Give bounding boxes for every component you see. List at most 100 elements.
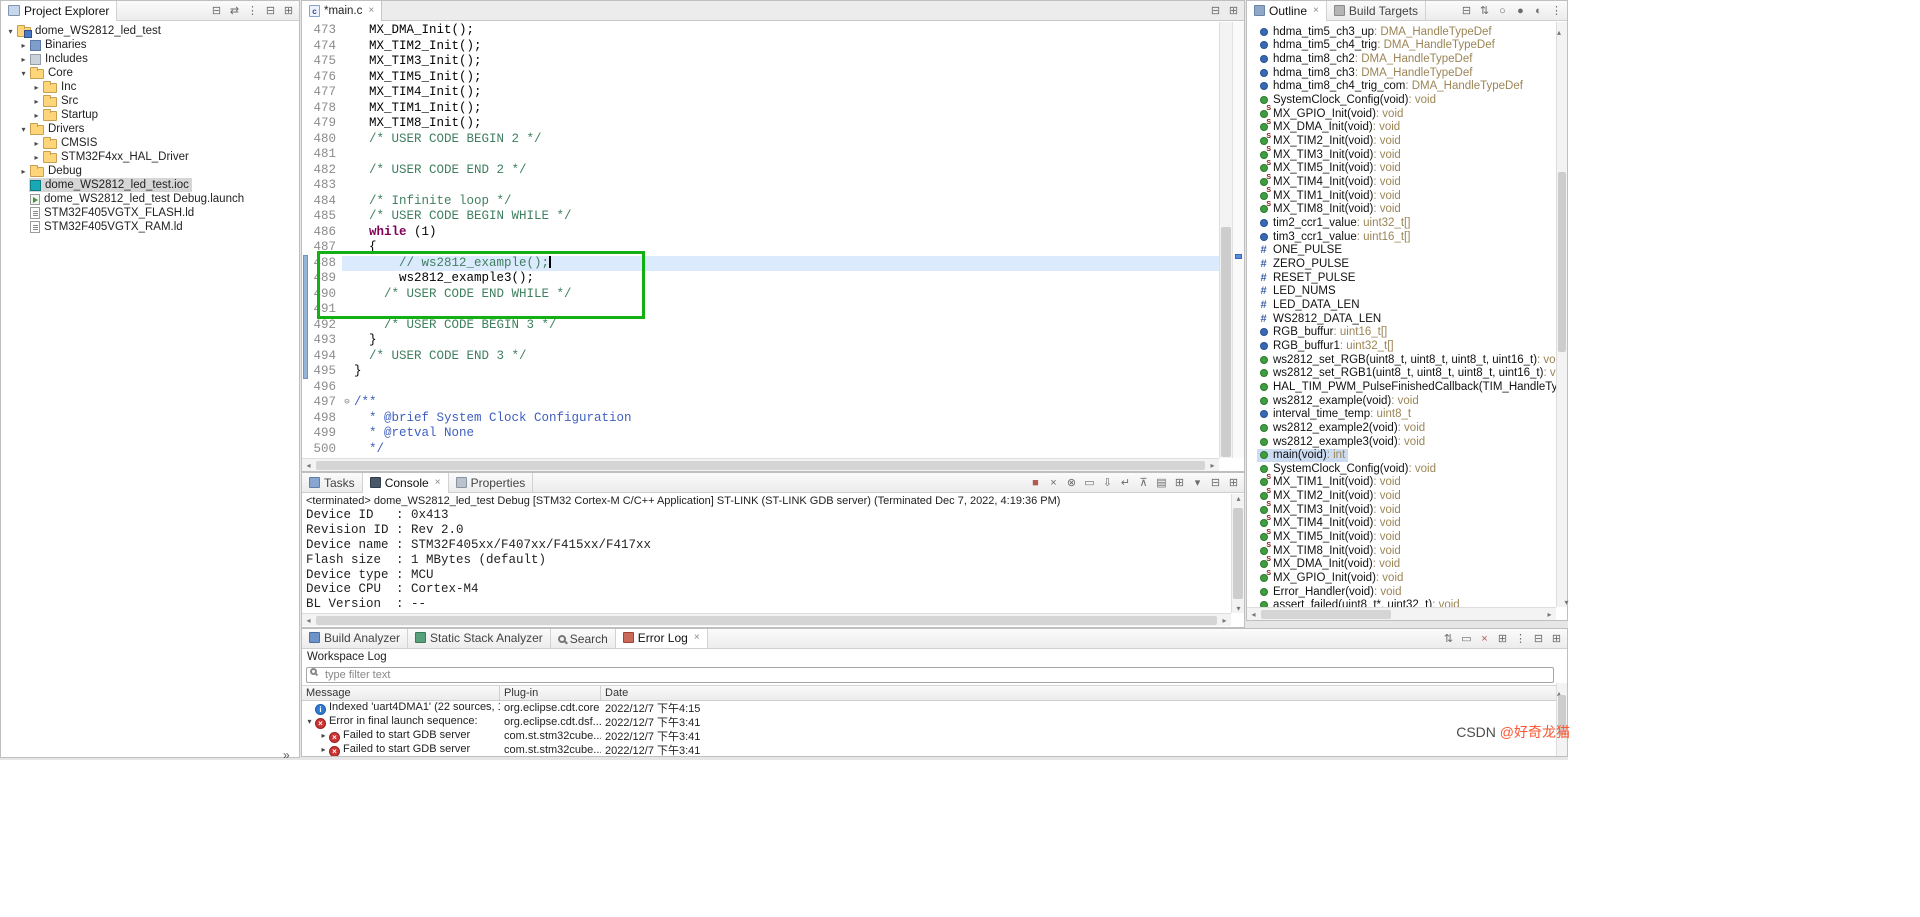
outline-item-main-void[interactable]: main(void) : int xyxy=(1247,448,1556,462)
outline-item-reset-pulse[interactable]: #RESET_PULSE xyxy=(1247,271,1556,285)
occurrence-marker[interactable] xyxy=(1235,254,1242,259)
tree-item-startup[interactable]: ▸Startup xyxy=(1,108,299,122)
scroll-up-icon[interactable]: ▴ xyxy=(1557,28,1561,37)
code-line-473[interactable]: 473 MX_DMA_Init(); xyxy=(302,23,1219,39)
outline-item-hal-tim-pwm-pulsefinishedcallback-tim-handletypedef[interactable]: HAL_TIM_PWM_PulseFinishedCallback(TIM_Ha… xyxy=(1247,380,1556,394)
open-console-dropdown-icon[interactable]: ▾ xyxy=(1190,474,1205,492)
tree-item-includes[interactable]: ▸Includes xyxy=(1,52,299,66)
outline-item-led-nums[interactable]: #LED_NUMS xyxy=(1247,284,1556,298)
outline-item-hdma-tim5-ch3-up[interactable]: hdma_tim5_ch3_up : DMA_HandleTypeDef xyxy=(1247,25,1556,39)
outline-item-mx-dma-init-void[interactable]: SMX_DMA_Init(void) : void xyxy=(1247,558,1556,572)
project-tree[interactable]: ▾dome_WS2812_led_test▸Binaries▸Includes▾… xyxy=(1,21,299,234)
tree-item-debug[interactable]: ▸Debug xyxy=(1,164,299,178)
outline-item-ws2812-example2-void[interactable]: ws2812_example2(void) : void xyxy=(1247,421,1556,435)
outline-item-hdma-tim8-ch4-trig-com[interactable]: hdma_tim8_ch4_trig_com : DMA_HandleTypeD… xyxy=(1247,80,1556,94)
clear-console-icon[interactable]: ▭ xyxy=(1082,474,1097,492)
horizontal-scrollbar-thumb[interactable] xyxy=(316,616,1217,625)
code-line-497[interactable]: 497⊖/** xyxy=(302,395,1219,411)
vertical-scrollbar-thumb[interactable] xyxy=(1233,508,1243,599)
horizontal-scrollbar-thumb[interactable] xyxy=(316,461,1205,470)
outline-list[interactable]: hdma_tim5_ch3_up : DMA_HandleTypeDefhdma… xyxy=(1247,22,1556,607)
code-line-478[interactable]: 478 MX_TIM1_Init(); xyxy=(302,101,1219,117)
outline-item-mx-tim4-init-void[interactable]: SMX_TIM4_Init(void) : void xyxy=(1247,175,1556,189)
code-line-500[interactable]: 500 */ xyxy=(302,442,1219,458)
outline-item-mx-tim3-init-void[interactable]: SMX_TIM3_Init(void) : void xyxy=(1247,148,1556,162)
scroll-up-icon[interactable]: ▴ xyxy=(1232,494,1245,503)
log-tab-error-log[interactable]: Error Log× xyxy=(616,628,708,648)
open-log-icon[interactable]: ⊞ xyxy=(1495,630,1510,648)
view-menu-icon[interactable]: ⋮ xyxy=(1513,630,1528,648)
tree-item-stm32f405vgtx-flash-ld[interactable]: STM32F405VGTX_FLASH.ld xyxy=(1,206,299,220)
log-column-header-date[interactable]: Date xyxy=(601,686,1567,700)
tree-collapse-arrow-icon[interactable]: ▾ xyxy=(5,27,16,36)
editor-vertical-scrollbar[interactable] xyxy=(1219,22,1232,458)
log-row[interactable]: ▾×Error in final launch sequence:org.ecl… xyxy=(302,715,1567,729)
log-row[interactable]: iIndexed 'uart4DMA1' (22 sources, 1(org.… xyxy=(302,701,1567,715)
minimize-icon[interactable]: ⊟ xyxy=(263,2,278,20)
outline-item-mx-tim5-init-void[interactable]: SMX_TIM5_Init(void) : void xyxy=(1247,162,1556,176)
tree-item-src[interactable]: ▸Src xyxy=(1,94,299,108)
outline-vertical-scrollbar[interactable]: ▴ ▾ xyxy=(1556,22,1567,607)
outline-item-mx-gpio-init-void[interactable]: SMX_GPIO_Init(void) : void xyxy=(1247,107,1556,121)
scroll-right-icon[interactable]: ▸ xyxy=(1543,610,1556,619)
maximize-icon[interactable]: ⊞ xyxy=(1226,2,1241,20)
log-column-header-plug-in[interactable]: Plug-in xyxy=(500,686,601,700)
minimize-icon[interactable]: ⊟ xyxy=(1531,630,1546,648)
outline-item-ws2812-set-rgb-uint8-t-uint8-t-uint8-t-uint16-t[interactable]: ws2812_set_RGB(uint8_t, uint8_t, uint8_t… xyxy=(1247,353,1556,367)
minimize-icon[interactable]: ⊟ xyxy=(1208,2,1223,20)
horizontal-scrollbar-thumb[interactable] xyxy=(1261,610,1391,619)
project-explorer-view-tab[interactable]: Project Explorer xyxy=(1,1,117,21)
outline-item-mx-dma-init-void[interactable]: SMX_DMA_Init(void) : void xyxy=(1247,121,1556,135)
outline-item-tim3-ccr1-value[interactable]: tim3_ccr1_value : uint16_t[] xyxy=(1247,230,1556,244)
pin-console-icon[interactable]: ⊼ xyxy=(1136,474,1151,492)
vertical-scrollbar-thumb[interactable] xyxy=(1558,172,1566,352)
tree-item-cmsis[interactable]: ▸CMSIS xyxy=(1,136,299,150)
export-log-icon[interactable]: ⇅ xyxy=(1441,630,1456,648)
code-line-485[interactable]: 485 /* USER CODE BEGIN WHILE */ xyxy=(302,209,1219,225)
tree-collapse-arrow-icon[interactable]: ▾ xyxy=(18,69,29,78)
code-line-499[interactable]: 499 * @retval None xyxy=(302,426,1219,442)
log-collapse-arrow-icon[interactable]: ▾ xyxy=(304,717,315,726)
fold-marker-icon[interactable]: ⊖ xyxy=(342,395,352,411)
maximize-icon[interactable]: ⊞ xyxy=(1549,630,1564,648)
outline-horizontal-scrollbar[interactable]: ◂ ▸ xyxy=(1247,607,1556,620)
tree-item-stm32f4xx-hal-driver[interactable]: ▸STM32F4xx_HAL_Driver xyxy=(1,150,299,164)
scroll-left-icon[interactable]: ◂ xyxy=(302,461,315,470)
code-line-475[interactable]: 475 MX_TIM3_Init(); xyxy=(302,54,1219,70)
tree-item-dome-ws2812-led-test-debug-launch[interactable]: dome_WS2812_led_test Debug.launch xyxy=(1,192,299,206)
tree-item-binaries[interactable]: ▸Binaries xyxy=(1,38,299,52)
scroll-down-icon[interactable]: ▾ xyxy=(1561,598,1572,607)
outline-item-rgb-buffur1[interactable]: RGB_buffur1 : uint32_t[] xyxy=(1247,339,1556,353)
maximize-icon[interactable]: ⊞ xyxy=(281,2,296,20)
outline-item-mx-tim4-init-void[interactable]: SMX_TIM4_Init(void) : void xyxy=(1247,517,1556,531)
outline-item-mx-tim1-init-void[interactable]: SMX_TIM1_Init(void) : void xyxy=(1247,189,1556,203)
minimize-icon[interactable]: ⊟ xyxy=(1208,474,1223,492)
hide-fields-icon[interactable]: ○ xyxy=(1495,2,1510,20)
code-line-477[interactable]: 477 MX_TIM4_Init(); xyxy=(302,85,1219,101)
outline-item-mx-tim2-init-void[interactable]: SMX_TIM2_Init(void) : void xyxy=(1247,489,1556,503)
remove-launch-icon[interactable]: × xyxy=(1046,474,1061,492)
code-line-492[interactable]: 492 /* USER CODE BEGIN 3 */ xyxy=(302,318,1219,334)
code-line-493[interactable]: 493 } xyxy=(302,333,1219,349)
outline-item-error-handler-void[interactable]: Error_Handler(void) : void xyxy=(1247,585,1556,599)
log-vertical-scrollbar[interactable]: ▴ xyxy=(1556,683,1567,756)
close-icon[interactable]: × xyxy=(1313,5,1319,16)
tree-expand-arrow-icon[interactable]: ▸ xyxy=(31,111,42,120)
collapse-all-icon[interactable]: ⊟ xyxy=(209,2,224,20)
log-expand-arrow-icon[interactable]: ▸ xyxy=(318,731,329,740)
tree-item-dome-ws2812-led-test-ioc[interactable]: dome_WS2812_led_test.ioc xyxy=(1,178,299,192)
outline-item-hdma-tim8-ch2[interactable]: hdma_tim8_ch2 : DMA_HandleTypeDef xyxy=(1247,52,1556,66)
tree-item-drivers[interactable]: ▾Drivers xyxy=(1,122,299,136)
editor-tab-main-c[interactable]: c *main.c × xyxy=(302,1,382,21)
tree-expand-arrow-icon[interactable]: ▸ xyxy=(18,55,29,64)
remove-all-terminated-icon[interactable]: ⊗ xyxy=(1064,474,1079,492)
code-line-481[interactable]: 481 xyxy=(302,147,1219,163)
sort-icon[interactable]: ⇅ xyxy=(1477,2,1492,20)
view-menu-icon[interactable]: ⋮ xyxy=(1549,2,1564,20)
outline-item-led-data-len[interactable]: #LED_DATA_LEN xyxy=(1247,298,1556,312)
outline-item-mx-gpio-init-void[interactable]: SMX_GPIO_Init(void) : void xyxy=(1247,571,1556,585)
outline-item-ws2812-example-void[interactable]: ws2812_example(void) : void xyxy=(1247,394,1556,408)
outline-item-rgb-buffur[interactable]: RGB_buffur : uint16_t[] xyxy=(1247,325,1556,339)
code-line-484[interactable]: 484 /* Infinite loop */ xyxy=(302,194,1219,210)
outline-item-hdma-tim8-ch3[interactable]: hdma_tim8_ch3 : DMA_HandleTypeDef xyxy=(1247,66,1556,80)
